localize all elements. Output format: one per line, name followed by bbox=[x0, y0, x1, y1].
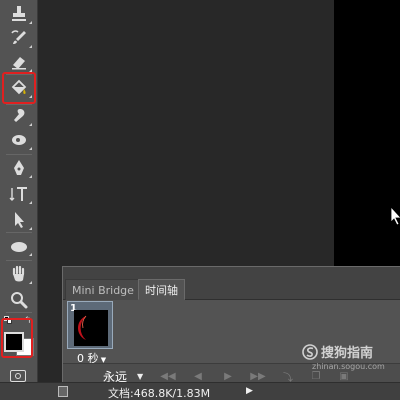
path-selection-tool[interactable] bbox=[4, 208, 34, 232]
panel-tabbar: Mini Bridge 时间轴 bbox=[63, 267, 400, 300]
color-swatch-highlight bbox=[1, 318, 33, 358]
history-brush-tool[interactable] bbox=[4, 26, 34, 50]
ellipse-icon bbox=[11, 242, 27, 252]
clone-stamp-tool[interactable] bbox=[4, 2, 34, 26]
arrow-pointer-icon bbox=[15, 212, 24, 228]
watermark-text: 搜狗指南 bbox=[321, 346, 374, 361]
tab-label: Mini Bridge bbox=[72, 283, 134, 297]
eraser-icon bbox=[12, 57, 26, 70]
status-menu-arrow-icon[interactable]: ▶ bbox=[246, 386, 253, 396]
pen-tool[interactable] bbox=[4, 156, 34, 180]
duplicate-frame-icon: ❐ bbox=[311, 370, 321, 382]
eraser-tool[interactable] bbox=[4, 50, 34, 74]
play-icon: ▶ bbox=[224, 370, 232, 382]
document-size-text: 文档:468.8K/1.83M bbox=[108, 387, 211, 400]
tab-mini-bridge[interactable]: Mini Bridge bbox=[65, 279, 141, 300]
type-icon bbox=[9, 187, 27, 201]
crescent-moon-image bbox=[78, 315, 87, 340]
stamp-icon bbox=[12, 6, 26, 21]
magnifier-icon bbox=[11, 292, 28, 309]
frame-thumbnail bbox=[74, 310, 108, 346]
quick-mask-icon bbox=[15, 373, 21, 379]
chevron-down-icon: ▼ bbox=[137, 371, 144, 381]
watermark: 搜狗指南 bbox=[302, 342, 373, 361]
first-frame-icon: ◀◀ bbox=[160, 370, 176, 382]
hand-tool[interactable] bbox=[4, 262, 34, 286]
blur-tool[interactable] bbox=[4, 104, 34, 128]
tab-timeline[interactable]: 时间轴 bbox=[138, 279, 185, 300]
pen-icon bbox=[14, 160, 24, 175]
hand-icon bbox=[12, 265, 25, 282]
trash-icon: ▣ bbox=[339, 370, 349, 382]
paint-bucket-highlight bbox=[2, 72, 36, 104]
type-tool[interactable] bbox=[4, 182, 34, 206]
timeline-panel: Mini Bridge 时间轴 1 0 秒 ▼ 永远 ▼ ◀◀ ◀ ▶ ▶▶ ⤵… bbox=[62, 266, 400, 400]
watermark-url: zhinan.sogou.com bbox=[312, 362, 385, 371]
animation-frame[interactable]: 1 bbox=[67, 301, 113, 349]
zoom-tool[interactable] bbox=[4, 288, 34, 312]
previous-frame-icon: ◀ bbox=[194, 370, 202, 382]
quick-mask-button[interactable] bbox=[10, 370, 26, 382]
tools-panel: ↰ bbox=[0, 0, 38, 400]
dodge-tool[interactable] bbox=[4, 128, 34, 152]
tab-label: 时间轴 bbox=[145, 283, 178, 297]
mouse-cursor-icon bbox=[390, 206, 400, 226]
status-bar: 文档:468.8K/1.83M ▶ bbox=[0, 382, 400, 400]
ellipse-tool[interactable] bbox=[4, 234, 34, 258]
next-frame-icon: ▶▶ bbox=[250, 370, 266, 382]
blur-icon bbox=[14, 109, 25, 122]
dodge-icon bbox=[12, 135, 26, 145]
sogou-logo-icon bbox=[302, 343, 318, 360]
history-brush-icon bbox=[11, 30, 26, 44]
status-page-icon bbox=[58, 386, 68, 397]
